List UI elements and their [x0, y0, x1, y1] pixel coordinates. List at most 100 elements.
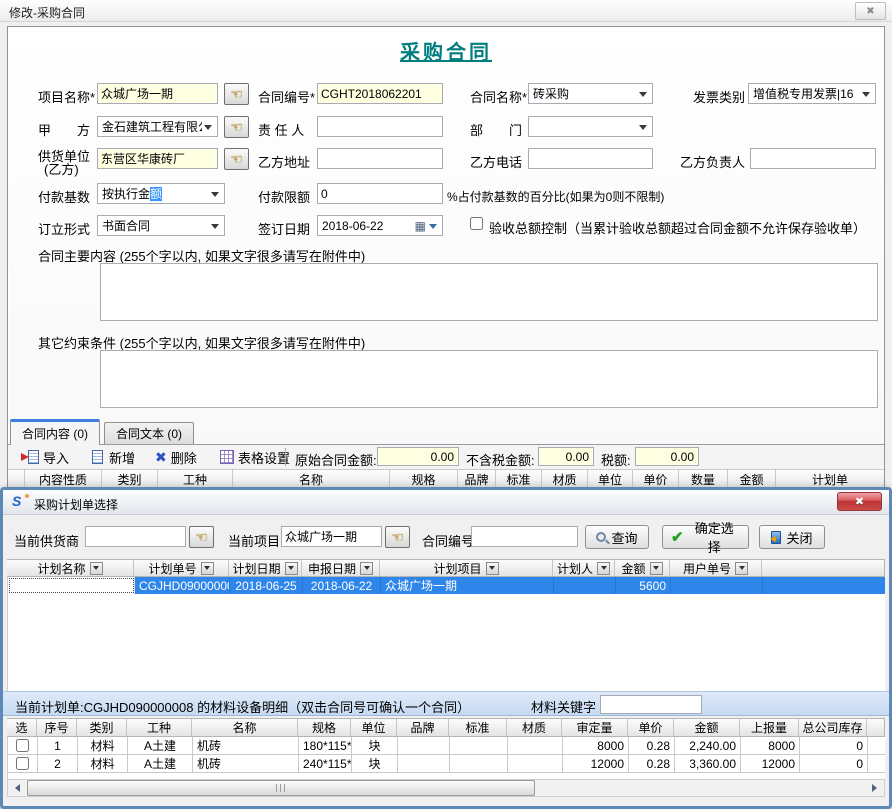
query-button[interactable]: 查询	[585, 525, 649, 549]
page-title: 采购合同	[0, 36, 892, 65]
party-b-phone-input[interactable]	[528, 148, 653, 169]
original-amount-field[interactable]: 0.00	[377, 447, 459, 466]
current-project-label: 当前项目	[228, 531, 280, 550]
plan-grid-body: CGJHD090000008 2018-06-25 2018-06-22 众城广…	[7, 577, 885, 691]
supplier-input[interactable]	[97, 148, 218, 169]
main-close-button[interactable]: ✖	[855, 2, 886, 20]
detail-row-2[interactable]: 2 材料 A土建 机砖 240*115* 块 12000 0.28 3,360.…	[8, 755, 885, 773]
cell-filler	[763, 577, 885, 594]
main-titlebar: 修改-采购合同	[0, 0, 892, 22]
supplier-picker-button[interactable]: ☜	[224, 148, 249, 170]
header-content-nature: 内容性质	[25, 470, 102, 488]
material-keyword-input[interactable]	[600, 695, 702, 714]
app-canvas: 修改-采购合同 ✖ 采购合同 项目名称* ☜ 合同编号* 合同名称* 砖采购 发…	[0, 0, 892, 809]
contract-name-combo[interactable]: 砖采购	[528, 83, 653, 104]
table-settings-label: 表格设置	[238, 448, 290, 467]
invoice-type-combo[interactable]: 增值税专用发票|16	[748, 83, 876, 104]
current-project-input[interactable]	[281, 526, 382, 547]
filter-button[interactable]	[735, 562, 748, 575]
cell-reported-qty: 8000	[741, 737, 800, 754]
plan-row-selected[interactable]: CGJHD090000008 2018-06-25 2018-06-22 众城广…	[8, 577, 885, 594]
add-label: 新增	[109, 448, 135, 467]
toolbar-divider	[285, 448, 286, 466]
acceptance-control-checkbox[interactable]	[470, 217, 483, 230]
header-quantity: 数量	[679, 470, 728, 488]
invoice-type-label: 发票类别	[693, 87, 745, 106]
header-name: 名称	[233, 470, 390, 488]
party-a-combo[interactable]: 金石建筑工程有限公	[97, 116, 218, 137]
filter-button[interactable]	[597, 562, 610, 575]
contract-no-input[interactable]	[317, 83, 443, 104]
main-content-textarea[interactable]	[100, 263, 878, 321]
excl-tax-amount-value: 0.00	[566, 450, 589, 464]
row-select-cell	[8, 755, 38, 772]
party-a-picker-button[interactable]: ☜	[224, 116, 249, 138]
filter-button[interactable]	[486, 562, 499, 575]
delete-button[interactable]: ✖ 删除	[155, 448, 197, 466]
party-a-value: 金石建筑工程有限公	[102, 118, 202, 135]
tax-amount-value: 0.00	[671, 450, 694, 464]
scroll-right-button[interactable]	[867, 780, 884, 796]
header-plan-no: 计划单	[776, 470, 884, 488]
excl-tax-amount-field[interactable]: 0.00	[538, 447, 594, 466]
dialog-close-button[interactable]: ✖	[837, 492, 882, 511]
chevron-down-icon	[211, 224, 219, 233]
tax-amount-field[interactable]: 0.00	[635, 447, 699, 466]
supplier-picker-button[interactable]: ☜	[189, 526, 214, 548]
contract-form-combo[interactable]: 书面合同	[97, 215, 225, 236]
responsible-input[interactable]	[317, 116, 443, 137]
sign-date-field[interactable]: 2018-06-22 ▦	[317, 215, 443, 236]
other-terms-textarea[interactable]	[100, 350, 878, 408]
contract-name-label: 合同名称*	[470, 87, 527, 106]
confirm-select-button[interactable]: ✔ 确定选择	[662, 525, 749, 549]
party-b-manager-label: 乙方负责人	[680, 152, 745, 171]
add-button[interactable]: 新增	[88, 448, 135, 466]
contract-form-value: 书面合同	[102, 217, 209, 234]
row-select-checkbox[interactable]	[16, 757, 29, 770]
detail-header-name: 名称	[192, 719, 298, 736]
cell-plan-name	[8, 577, 135, 594]
tab-contract-text[interactable]: 合同文本 (0)	[104, 422, 194, 444]
current-supplier-input[interactable]	[85, 526, 186, 547]
project-picker-button[interactable]: ☜	[385, 526, 410, 548]
filter-button[interactable]	[360, 562, 373, 575]
payment-limit-input[interactable]	[317, 183, 443, 204]
table-settings-button[interactable]: 表格设置	[220, 448, 290, 466]
project-picker-button[interactable]: ☜	[224, 83, 249, 105]
arrow-right-icon	[872, 784, 881, 792]
payment-base-label: 付款基数	[38, 187, 90, 206]
detail-row-1[interactable]: 1 材料 A土建 机砖 180*115* 块 8000 0.28 2,240.0…	[8, 737, 885, 755]
party-b-phone-label: 乙方电话	[470, 152, 522, 171]
party-b-address-input[interactable]	[317, 148, 443, 169]
close-icon: ✖	[855, 495, 864, 508]
project-name-input[interactable]	[97, 83, 218, 104]
import-button[interactable]: 导入	[22, 448, 69, 466]
filter-button[interactable]	[201, 562, 214, 575]
cell-unit-price: 0.28	[629, 737, 675, 754]
scrollbar-thumb[interactable]	[27, 780, 535, 796]
row-indicator-header	[8, 470, 25, 488]
tab-contract-text-label: 合同文本 (0)	[116, 425, 182, 442]
row-select-checkbox[interactable]	[16, 739, 29, 752]
grid-header-plan-name: 计划名称	[7, 560, 134, 576]
cell-unit: 块	[352, 755, 398, 772]
detail-header-spec: 规格	[298, 719, 351, 736]
cell-approved-qty: 8000	[563, 737, 629, 754]
filter-button[interactable]	[285, 562, 298, 575]
filter-button[interactable]	[650, 562, 663, 575]
department-combo[interactable]	[528, 116, 653, 137]
tab-contract-content[interactable]: 合同内容 (0)	[10, 419, 100, 445]
close-dialog-button[interactable]: 关闭	[759, 525, 825, 549]
payment-base-combo[interactable]: 按执行金额	[97, 183, 225, 204]
scrollbar-track[interactable]	[25, 780, 867, 796]
filter-button[interactable]	[90, 562, 103, 575]
party-b-manager-input[interactable]	[750, 148, 876, 169]
sign-date-value: 2018-06-22	[322, 219, 415, 233]
party-a-label: 甲 方	[38, 120, 90, 139]
cell-user-no	[671, 577, 763, 594]
horizontal-scrollbar[interactable]	[7, 779, 885, 797]
scroll-left-button[interactable]	[8, 780, 25, 796]
grid-header-planner-label: 计划人	[557, 560, 593, 576]
dialog-contract-no-input[interactable]	[471, 526, 578, 547]
window-title: 修改-采购合同	[9, 4, 85, 21]
